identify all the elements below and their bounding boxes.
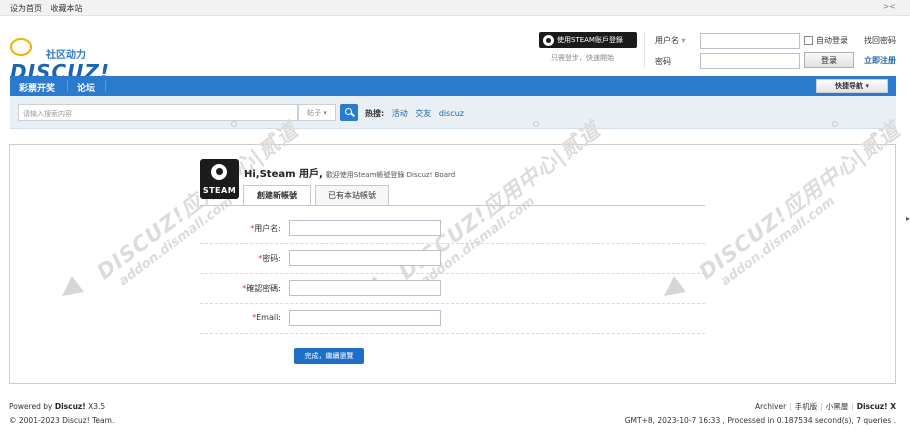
- nav-item-forum[interactable]: 论坛: [77, 81, 95, 94]
- tab-existing-account[interactable]: 已有本站帳號: [315, 185, 389, 206]
- logo-tagline: 社区动力: [46, 50, 86, 61]
- quick-nav-button[interactable]: 快捷导航 ▾: [816, 79, 888, 93]
- username-field-label: *用户名:: [250, 224, 281, 233]
- logo-bubble-icon: [10, 38, 32, 56]
- team-link[interactable]: Discuz! Team.: [62, 416, 114, 425]
- footer-left: Powered by Discuz! X3.5 © 2001-2023 Disc…: [9, 400, 114, 428]
- form-row-email: *Email:: [200, 304, 705, 334]
- top-links: 设为首页 收藏本站: [10, 3, 89, 14]
- collapse-toggle-icon[interactable]: ><: [883, 2, 896, 11]
- password-field-label: *密码:: [258, 254, 281, 263]
- steam-login-tip: 只需登步，快速開始: [551, 54, 614, 62]
- tab-divider: [200, 205, 705, 206]
- login-divider: [644, 32, 645, 68]
- confirm-password-field[interactable]: [289, 280, 441, 296]
- password-field[interactable]: [289, 250, 441, 266]
- nav-divider: [67, 80, 68, 92]
- password-label: 密码: [655, 57, 671, 66]
- username-field[interactable]: [289, 220, 441, 236]
- product-link[interactable]: Discuz!: [55, 402, 86, 411]
- powered-by: Powered by Discuz! X3.5: [9, 402, 106, 411]
- form-row-confirm-password: *確認密碼:: [200, 274, 705, 304]
- hot-term-link[interactable]: 活动: [392, 109, 408, 118]
- footer-status: GMT+8, 2023-10-7 16:33 , Processed in 0.…: [624, 416, 896, 425]
- archiver-link[interactable]: Archiver: [755, 402, 786, 411]
- form-row-password: *密码:: [200, 244, 705, 274]
- footer-right: Archiver | 手机版 | 小黑屋 | Discuz! X GMT+8, 2023-1…: [625, 400, 896, 428]
- search-input[interactable]: 请输入搜索内容: [18, 104, 298, 121]
- hot-search-label: 热搜:: [365, 109, 385, 118]
- submit-button[interactable]: 完成，繼續瀏覽: [294, 348, 364, 364]
- register-link[interactable]: 立即注册: [864, 55, 896, 66]
- search-bar: 请输入搜索内容 帖子 ▾ 热搜: 活动 交友 discuz: [10, 96, 896, 129]
- main-nav: 彩票开奖 论坛 快捷导航 ▾: [10, 76, 896, 96]
- footer-links: Archiver | 手机版 | 小黑屋 | Discuz! X: [755, 402, 896, 411]
- nav-divider: [105, 80, 106, 92]
- greeting-text: 歡迎使用Steam帳號登錄 Discuz! Board: [325, 171, 456, 179]
- steam-login-label: 使用STEAM账戶登錄: [557, 36, 623, 44]
- bookmark-link[interactable]: 收藏本站: [51, 4, 83, 13]
- search-type-select[interactable]: 帖子 ▾: [298, 104, 336, 121]
- form-row-username: *用户名:: [200, 214, 705, 244]
- email-field-label: *Email:: [252, 313, 281, 322]
- set-home-link[interactable]: 设为首页: [10, 4, 42, 13]
- hot-search: 热搜: 活动 交友 discuz: [365, 108, 464, 119]
- greeting-name: Hi,Steam 用戶,: [244, 169, 323, 180]
- brand-link[interactable]: Discuz! X: [857, 402, 896, 411]
- email-field[interactable]: [289, 310, 441, 326]
- watermark-registered-icon: [832, 121, 838, 127]
- watermark-registered-icon: [533, 121, 539, 127]
- username-label[interactable]: 用户名 ▾: [655, 35, 686, 46]
- hot-term-link[interactable]: 交友: [415, 109, 431, 118]
- steam-icon: [543, 34, 554, 46]
- hot-term-link[interactable]: discuz: [439, 109, 464, 118]
- login-button[interactable]: 登录: [804, 52, 854, 68]
- watermark-registered-icon: [231, 121, 237, 127]
- nav-item-lottery[interactable]: 彩票开奖: [19, 81, 55, 94]
- copyright: © 2001-2023 Discuz! Team.: [9, 416, 115, 425]
- password-input[interactable]: [700, 53, 800, 69]
- steam-icon: [211, 164, 227, 180]
- mobile-link[interactable]: 手机版: [795, 402, 818, 411]
- steam-logo: STEAM: [200, 159, 239, 199]
- steam-logo-text: STEAM: [202, 186, 237, 195]
- blacklist-link[interactable]: 小黑屋: [826, 402, 849, 411]
- steam-login-button[interactable]: 使用STEAM账戶登錄: [539, 32, 637, 48]
- auto-login-checkbox[interactable]: [804, 36, 813, 45]
- steam-greeting: Hi,Steam 用戶, 歡迎使用Steam帳號登錄 Discuz! Board: [244, 165, 455, 180]
- username-input[interactable]: [700, 33, 800, 49]
- confirm-password-field-label: *確認密碼:: [242, 284, 281, 293]
- scroll-edge-marker: ▸: [905, 214, 910, 223]
- top-bar: 设为首页 收藏本站 ><: [0, 0, 910, 16]
- auto-login-label[interactable]: 自动登录: [816, 35, 848, 46]
- search-icon[interactable]: [340, 104, 358, 121]
- tab-create-account[interactable]: 創建新帳號: [243, 185, 311, 206]
- find-password-link[interactable]: 找回密码: [864, 35, 896, 46]
